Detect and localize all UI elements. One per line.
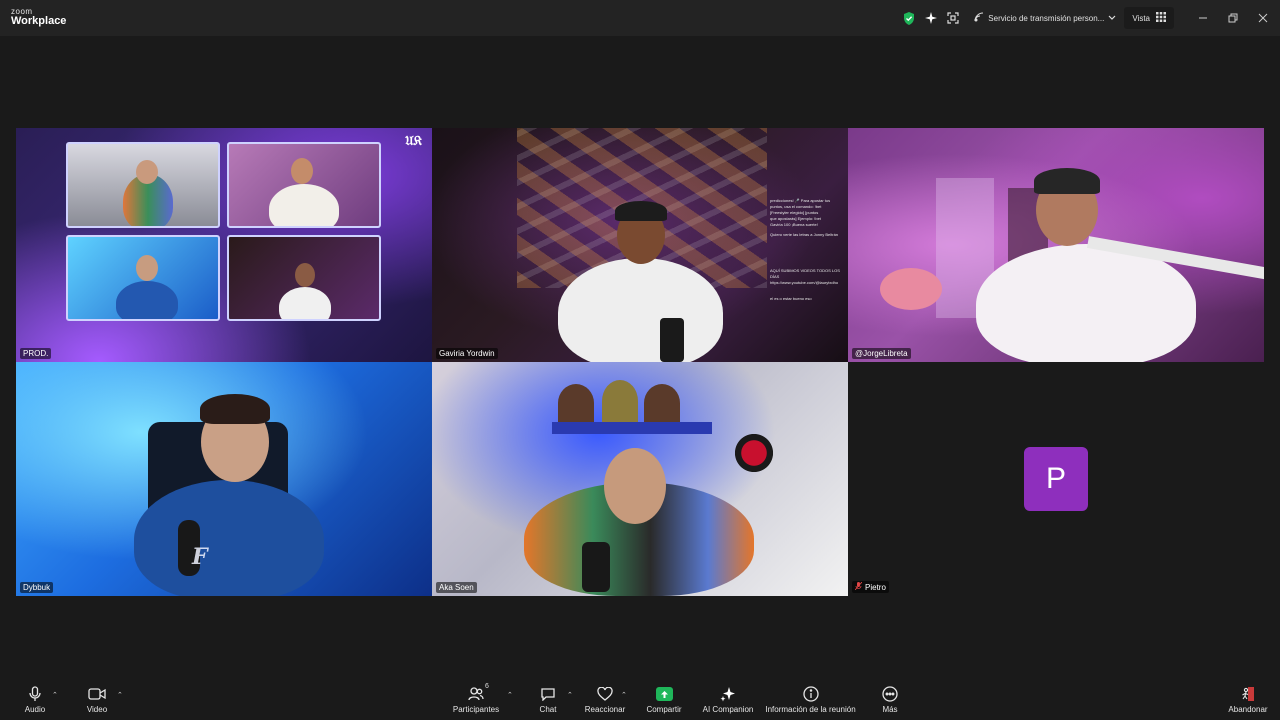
streaming-service-dropdown[interactable]: Servicio de transmisión person... — [966, 8, 1124, 28]
chat-line: Quiero verte las letras a Jonny Beltrán — [770, 232, 839, 237]
close-icon[interactable] — [1248, 0, 1278, 36]
ai-companion-button[interactable]: AI Companion — [702, 685, 754, 717]
plush-toy — [880, 268, 942, 310]
participant-name: PROD. — [23, 349, 49, 358]
participant-name: Aka Soen — [439, 583, 474, 592]
meeting-info-button[interactable]: Información de la reunión — [764, 685, 857, 717]
stream-label: Servicio de transmisión person... — [988, 13, 1105, 23]
leave-label: Abandonar — [1228, 705, 1268, 714]
shirt-logo-text: 𝑭 — [192, 544, 208, 570]
participant-figure — [134, 480, 324, 596]
participant-name-tag: Pietro — [852, 581, 889, 593]
microphone-icon — [29, 685, 41, 703]
participant-name-tag: Dybbuk — [20, 582, 54, 593]
chat-options-chevron-icon[interactable]: ⌃ — [567, 691, 573, 699]
leave-icon — [1241, 685, 1255, 703]
share-label: Compartir — [646, 705, 682, 714]
more-button[interactable]: Más — [878, 685, 902, 717]
more-icon — [882, 685, 898, 703]
participant-name: Dybbuk — [23, 583, 51, 592]
participants-icon: 6 — [468, 683, 489, 703]
participants-button[interactable]: 6 Participantes — [450, 683, 502, 717]
participant-head — [604, 448, 666, 524]
grid-icon — [1156, 12, 1166, 24]
view-button[interactable]: Vista — [1124, 7, 1174, 29]
participant-avatar: P — [1024, 447, 1088, 511]
ai-companion-label: AI Companion — [702, 705, 754, 714]
trophy — [644, 384, 680, 422]
chat-line: el es o estar bueno eso — [770, 296, 812, 301]
heart-icon — [597, 685, 613, 703]
info-icon — [802, 685, 819, 703]
sparkle-icon[interactable] — [922, 9, 940, 27]
mini-tile-2 — [227, 142, 381, 228]
leave-button[interactable]: Abandonar — [1226, 685, 1270, 717]
microphone — [582, 542, 610, 592]
participant-name-tag: PROD. — [20, 348, 52, 359]
channel-logo: 𝔘𝔎 — [405, 134, 422, 149]
stream-chat-overlay: predicciones! 🎤 Para apostar tus puntos,… — [770, 198, 842, 302]
video-tile-prod[interactable]: 𝔘𝔎 PROD. — [16, 128, 432, 362]
ai-sparkle-icon — [720, 685, 736, 703]
logo-bottom-text: Workplace — [11, 15, 67, 27]
participant-name-tag: Aka Soen — [436, 582, 477, 593]
mini-tile-3 — [66, 235, 220, 321]
shelf — [552, 422, 712, 434]
video-tile-dybbuk[interactable]: 𝑭 Dybbuk — [16, 362, 432, 596]
fullscreen-icon[interactable] — [944, 9, 962, 27]
restore-icon[interactable] — [1218, 0, 1248, 36]
meeting-info-label: Información de la reunión — [765, 705, 856, 714]
chat-line: AQUÍ SUBIMOS VIDEOS TODOS LOS DÍAS — [770, 268, 840, 279]
react-label: Reaccionar — [584, 705, 626, 714]
mini-tile-1 — [66, 142, 220, 228]
participant-figure — [976, 244, 1196, 362]
audio-button[interactable]: Audio — [22, 685, 48, 717]
participant-name: Pietro — [865, 582, 886, 592]
meeting-toolbar: Audio ⌃ Video ⌃ 6 Participantes ⌃ Chat ⌃… — [0, 682, 1280, 720]
avatar-letter: P — [1045, 462, 1066, 495]
video-button[interactable]: Video — [84, 685, 110, 717]
broadcast-icon — [974, 12, 984, 24]
microphone — [660, 318, 684, 362]
chat-button[interactable]: Chat — [536, 685, 560, 717]
zoom-workplace-logo: zoom Workplace — [11, 8, 66, 27]
chevron-down-icon — [1108, 14, 1116, 23]
video-options-chevron-icon[interactable]: ⌃ — [117, 691, 123, 699]
trophy — [602, 380, 638, 422]
more-label: Más — [882, 705, 898, 714]
video-tile-pietro[interactable]: P Pietro — [848, 362, 1264, 596]
shield-check-icon[interactable] — [900, 9, 918, 27]
participant-name-tag: Gaviria Yordwin — [436, 348, 498, 359]
video-label: Video — [86, 705, 108, 714]
participants-label: Participantes — [452, 705, 500, 714]
graffiti-logo — [722, 426, 786, 480]
participant-name-tag: @JorgeLibreta — [852, 348, 911, 359]
title-bar: zoom Workplace Servicio de transmisión p… — [0, 0, 1280, 36]
chat-line: Gaviria 100 ¡Buena suerte! — [770, 222, 818, 227]
chat-icon — [540, 685, 556, 703]
participant-figure — [558, 258, 723, 362]
react-options-chevron-icon[interactable]: ⌃ — [621, 691, 627, 699]
audio-options-chevron-icon[interactable]: ⌃ — [52, 691, 58, 699]
video-camera-icon — [88, 685, 106, 703]
participant-count: 6 — [485, 683, 489, 690]
video-gallery: 𝔘𝔎 PROD. predicciones! 🎤 Para apostar tu… — [0, 36, 1280, 682]
trophy — [558, 384, 594, 422]
chat-line: https://www.youtube.com/@laurytxdho — [770, 280, 839, 285]
participants-options-chevron-icon[interactable]: ⌃ — [507, 691, 513, 699]
share-screen-icon — [655, 687, 673, 701]
mic-muted-icon — [854, 581, 863, 592]
participant-name: @JorgeLibreta — [855, 349, 908, 358]
view-label: Vista — [1132, 13, 1150, 23]
mini-tile-4 — [227, 235, 381, 321]
minimize-icon[interactable] — [1188, 0, 1218, 36]
audio-label: Audio — [24, 705, 46, 714]
react-button[interactable]: Reaccionar — [585, 685, 625, 717]
video-tile-akasoen[interactable]: Aka Soen — [432, 362, 848, 596]
share-button[interactable]: Compartir — [645, 685, 683, 717]
video-tile-gaviria[interactable]: predicciones! 🎤 Para apostar tus puntos,… — [432, 128, 848, 362]
participant-name: Gaviria Yordwin — [439, 349, 495, 358]
chat-label: Chat — [539, 705, 557, 714]
video-tile-jorgelibreta[interactable]: @JorgeLibreta — [848, 128, 1264, 362]
